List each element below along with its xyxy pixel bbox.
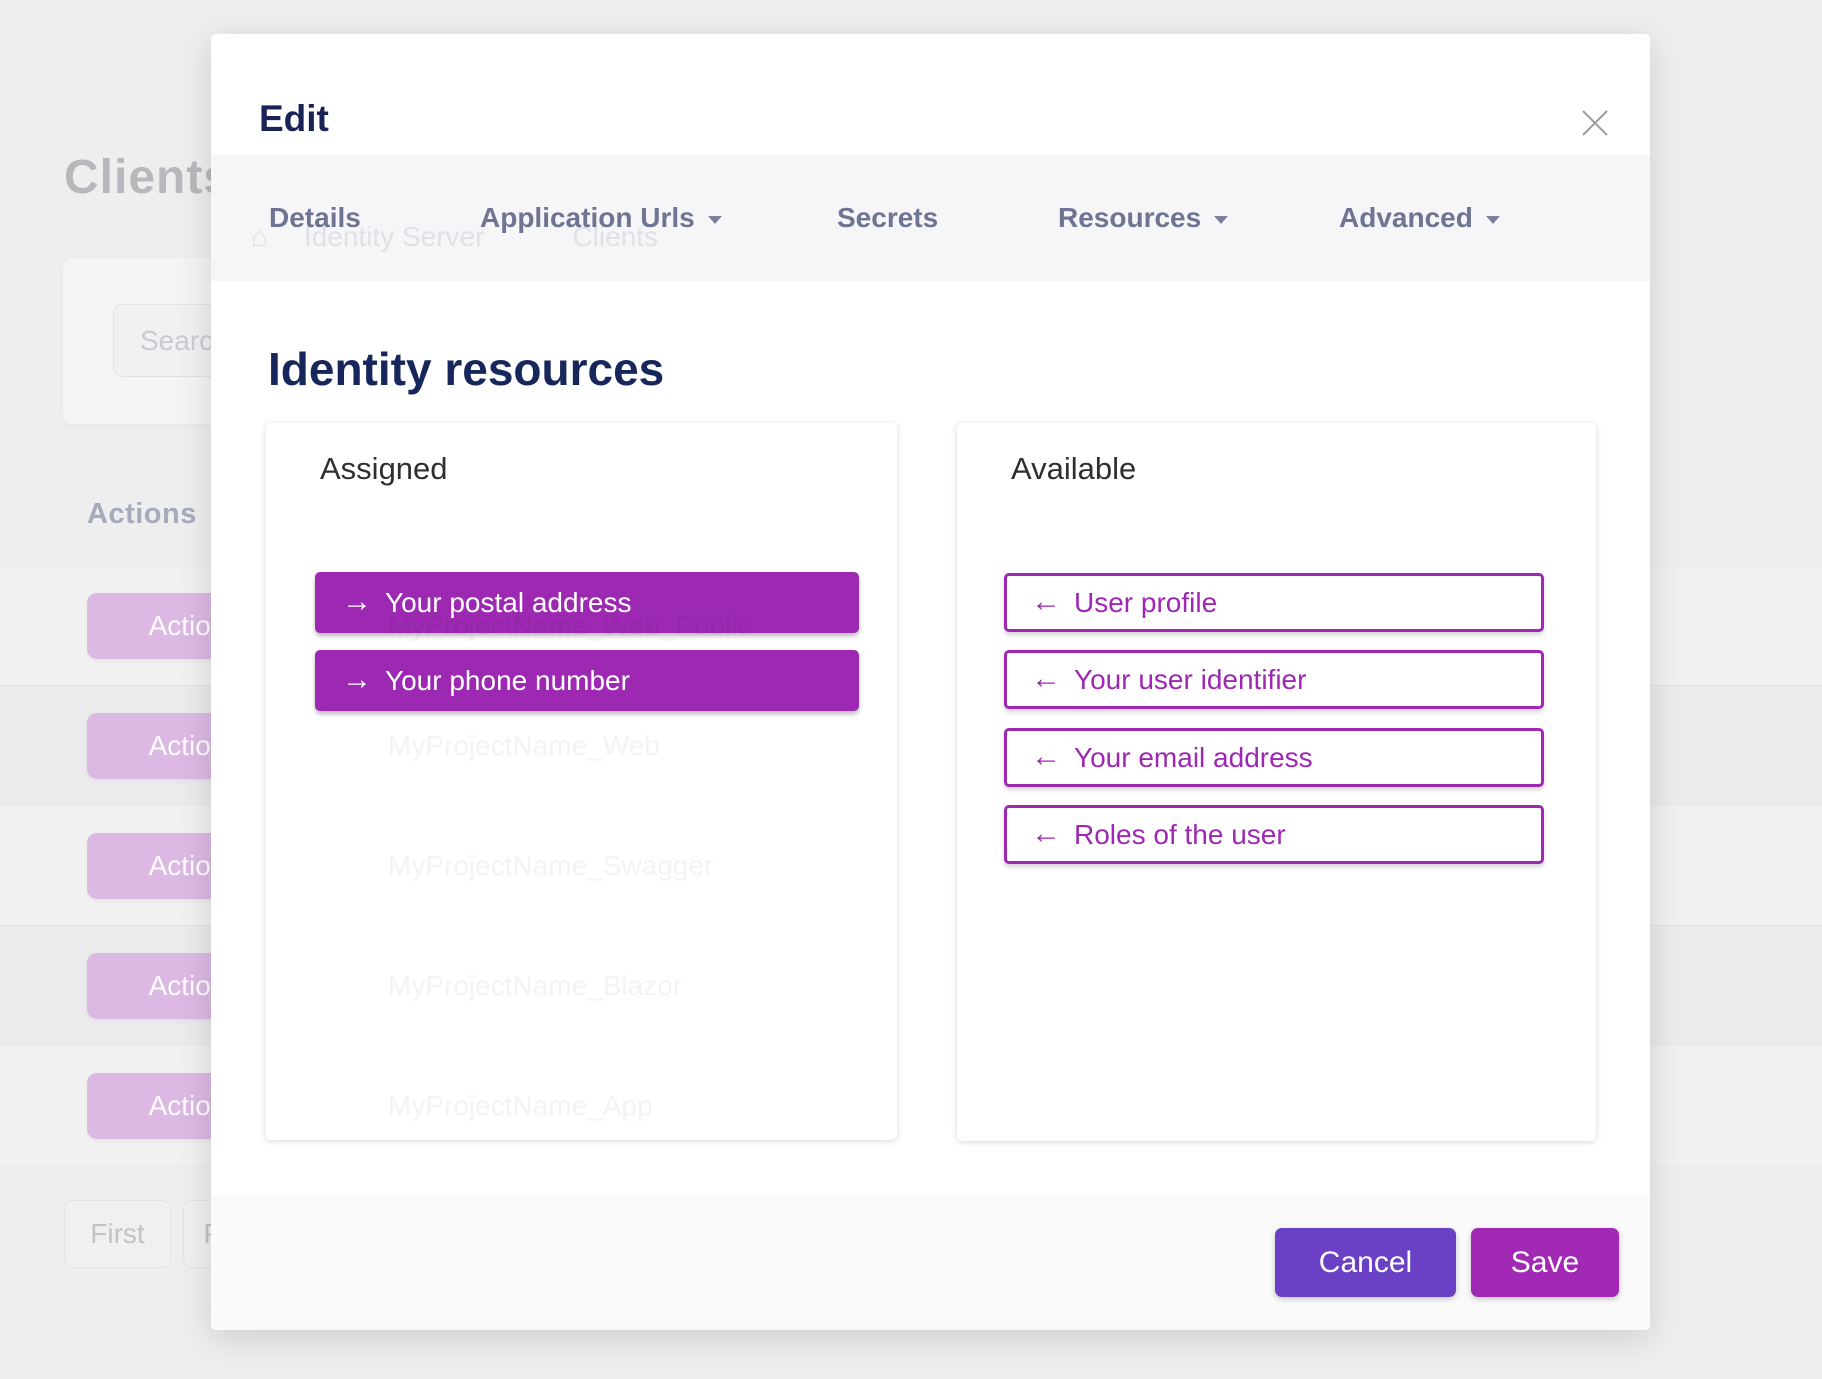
save-button[interactable]: Save xyxy=(1471,1228,1619,1297)
available-resource-button[interactable]: ← Your user identifier xyxy=(1004,650,1544,709)
arrow-right-icon: → xyxy=(342,587,372,617)
assigned-panel: Assigned → Your postal address → Your ph… xyxy=(266,423,897,1140)
resource-label: Your postal address xyxy=(385,587,631,619)
arrow-left-icon: ← xyxy=(1031,819,1061,849)
actions-column-header: Actions xyxy=(87,498,197,531)
resource-label: Your phone number xyxy=(385,665,630,697)
tab-label: Details xyxy=(269,202,361,234)
pagination-first-button[interactable]: First xyxy=(64,1200,171,1268)
modal-title: Edit xyxy=(259,98,329,140)
section-title: Identity resources xyxy=(268,342,664,396)
cancel-button[interactable]: Cancel xyxy=(1275,1228,1456,1297)
available-resource-button[interactable]: ← Your email address xyxy=(1004,728,1544,787)
tab-advanced[interactable]: Advanced xyxy=(1339,155,1500,281)
edit-modal: Edit ⌂ Identity Server Clients Details A… xyxy=(211,34,1650,1330)
arrow-left-icon: ← xyxy=(1031,742,1061,772)
arrow-left-icon: ← xyxy=(1031,587,1061,617)
close-icon xyxy=(1580,108,1610,138)
available-resource-button[interactable]: ← User profile xyxy=(1004,573,1544,632)
modal-tabstrip: ⌂ Identity Server Clients Details Applic… xyxy=(211,155,1650,281)
assigned-resource-button[interactable]: → Your phone number xyxy=(315,650,859,711)
resource-label: Roles of the user xyxy=(1074,819,1286,851)
assigned-resource-button[interactable]: → Your postal address xyxy=(315,572,859,633)
arrow-right-icon: → xyxy=(342,665,372,695)
close-button[interactable] xyxy=(1572,100,1618,146)
tab-label: Secrets xyxy=(837,202,938,234)
tab-details[interactable]: Details xyxy=(269,155,361,281)
chevron-down-icon xyxy=(708,216,722,224)
resource-label: Your email address xyxy=(1074,742,1313,774)
assigned-panel-title: Assigned xyxy=(320,451,448,487)
chevron-down-icon xyxy=(1486,216,1500,224)
tab-label: Advanced xyxy=(1339,202,1473,234)
tab-secrets[interactable]: Secrets xyxy=(837,155,938,281)
arrow-left-icon: ← xyxy=(1031,664,1061,694)
resource-label: Your user identifier xyxy=(1074,664,1306,696)
resource-label: User profile xyxy=(1074,587,1217,619)
available-panel: Available ← User profile ← Your user ide… xyxy=(957,423,1596,1141)
page-title: Clients xyxy=(64,150,231,205)
tab-application-urls[interactable]: Application Urls xyxy=(480,155,722,281)
available-resource-button[interactable]: ← Roles of the user xyxy=(1004,805,1544,864)
tab-label: Application Urls xyxy=(480,202,695,234)
modal-footer: Cancel Save xyxy=(211,1196,1650,1330)
tab-resources[interactable]: Resources xyxy=(1058,155,1228,281)
home-icon: ⌂ xyxy=(251,221,268,253)
app-screen: Clients Actions Actions Actions Actions … xyxy=(0,0,1822,1379)
available-panel-title: Available xyxy=(1011,451,1136,487)
chevron-down-icon xyxy=(1214,216,1228,224)
tab-label: Resources xyxy=(1058,202,1201,234)
